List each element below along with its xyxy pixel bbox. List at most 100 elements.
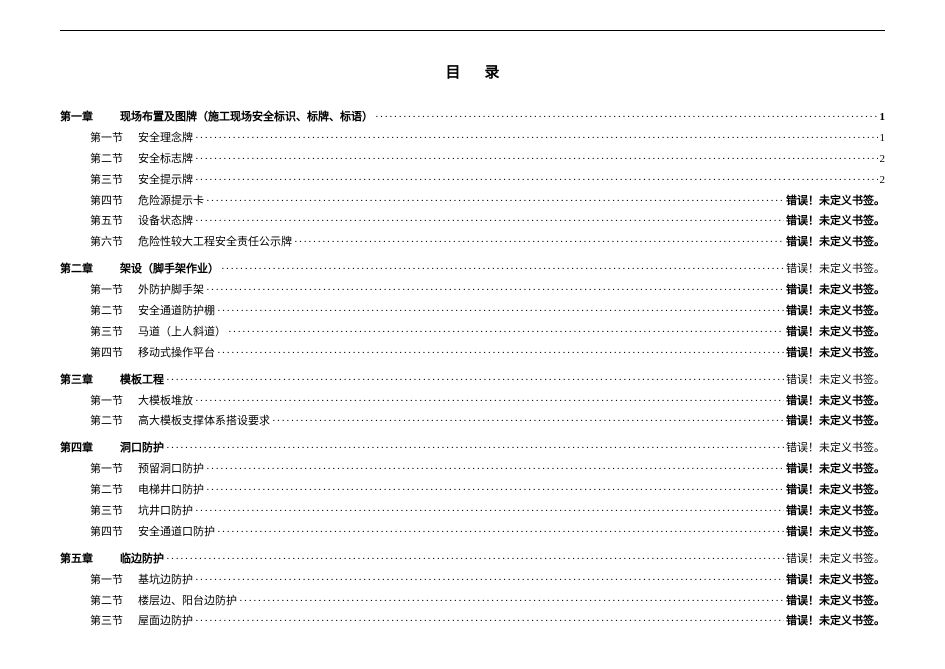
toc-section-row: 第三节马道（上人斜道）错误！未定义书签。 (60, 322, 885, 343)
section-title: 危险性较大工程安全责任公示牌 (138, 232, 292, 253)
section-label: 第三节 (90, 501, 138, 522)
chapter-label: 第四章 (60, 438, 120, 459)
leader-dots (228, 322, 784, 343)
document-page: 目录 第一章现场布置及图牌（施工现场安全标识、标牌、标语）1第一节安全理念牌1第… (0, 0, 945, 652)
page-ref: 2 (880, 170, 886, 191)
toc-section-row: 第三节安全提示牌2 (60, 170, 885, 191)
page-ref: 1 (880, 128, 886, 149)
toc-chapter-row: 第三章模板工程错误！未定义书签。 (60, 370, 885, 391)
section-title: 安全通道防护棚 (138, 301, 215, 322)
section-title: 电梯井口防护 (138, 480, 204, 501)
page-ref-error: 错误！未定义书签。 (786, 438, 885, 459)
section-label: 第五节 (90, 211, 138, 232)
section-title: 危险源提示卡 (138, 191, 204, 212)
page-ref-error: 错误！未定义书签。 (786, 301, 885, 322)
toc-section-row: 第三节屋面边防护错误！未定义书签。 (60, 611, 885, 632)
section-title: 预留洞口防护 (138, 459, 204, 480)
leader-dots (206, 459, 784, 480)
section-label: 第三节 (90, 322, 138, 343)
leader-dots (195, 128, 878, 149)
section-label: 第二节 (90, 411, 138, 432)
toc-section-row: 第一节大模板堆放 错误！未定义书签。 (60, 391, 885, 412)
toc-section-row: 第四节移动式操作平台错误！未定义书签。 (60, 343, 885, 364)
section-title: 安全理念牌 (138, 128, 193, 149)
section-title: 设备状态牌 (138, 211, 193, 232)
section-label: 第一节 (90, 570, 138, 591)
page-ref-error: 错误！未定义书签。 (786, 343, 885, 364)
leader-dots (166, 370, 784, 391)
section-title: 安全标志牌 (138, 149, 193, 170)
toc-section-row: 第一节安全理念牌 1 (60, 128, 885, 149)
leader-dots (195, 211, 784, 232)
page-ref-error: 错误！未定义书签。 (786, 480, 885, 501)
toc-section-row: 第二节安全标志牌2 (60, 149, 885, 170)
leader-dots (195, 391, 784, 412)
page-ref-error: 错误！未定义书签。 (786, 570, 885, 591)
chapter-title: 临边防护 (120, 549, 164, 570)
page-ref-error: 错误！未定义书签。 (786, 459, 885, 480)
toc-section-row: 第四节安全通道口防护错误！未定义书签。 (60, 522, 885, 543)
leader-dots (195, 611, 784, 632)
leader-dots (221, 259, 784, 280)
section-label: 第一节 (90, 391, 138, 412)
chapter-label: 第一章 (60, 107, 120, 128)
table-of-contents: 第一章现场布置及图牌（施工现场安全标识、标牌、标语）1第一节安全理念牌1第二节安… (60, 107, 885, 632)
section-title: 基坑边防护 (138, 570, 193, 591)
page-ref-error: 错误！未定义书签。 (786, 391, 885, 412)
toc-section-row: 第一节外防护脚手架错误！未定义书签。 (60, 280, 885, 301)
chapter-label: 第三章 (60, 370, 120, 391)
leader-dots (375, 107, 878, 128)
top-rule (60, 30, 885, 31)
page-ref-error: 错误！未定义书签。 (786, 370, 885, 391)
toc-chapter-row: 第一章现场布置及图牌（施工现场安全标识、标牌、标语）1 (60, 107, 885, 128)
leader-dots (206, 280, 784, 301)
page-ref-error: 错误！未定义书签。 (786, 259, 885, 280)
chapter-title: 洞口防护 (120, 438, 164, 459)
section-title: 大模板堆放 (138, 391, 193, 412)
toc-chapter-row: 第二章架设（脚手架作业）错误！未定义书签。 (60, 259, 885, 280)
page-ref-error: 错误！未定义书签。 (786, 232, 885, 253)
toc-section-row: 第四节危险源提示卡 错误！未定义书签。 (60, 191, 885, 212)
section-title: 移动式操作平台 (138, 343, 215, 364)
chapter-title: 现场布置及图牌（施工现场安全标识、标牌、标语） (120, 107, 373, 128)
leader-dots (239, 591, 784, 612)
page-ref-error: 错误！未定义书签。 (786, 591, 885, 612)
section-label: 第四节 (90, 522, 138, 543)
section-title: 安全通道口防护 (138, 522, 215, 543)
section-label: 第二节 (90, 591, 138, 612)
section-label: 第一节 (90, 459, 138, 480)
toc-section-row: 第五节设备状态牌 错误！未定义书签。 (60, 211, 885, 232)
page-ref-error: 错误！未定义书签。 (786, 191, 885, 212)
section-title: 外防护脚手架 (138, 280, 204, 301)
leader-dots (294, 232, 784, 253)
section-title: 坑井口防护 (138, 501, 193, 522)
section-title: 马道（上人斜道） (138, 322, 226, 343)
leader-dots (206, 191, 784, 212)
leader-dots (195, 149, 878, 170)
leader-dots (166, 549, 784, 570)
section-label: 第三节 (90, 611, 138, 632)
toc-section-row: 第一节基坑边防护 错误！未定义书签。 (60, 570, 885, 591)
section-label: 第一节 (90, 128, 138, 149)
leader-dots (195, 501, 784, 522)
toc-section-row: 第二节高大模板支撑体系搭设要求错误！未定义书签。 (60, 411, 885, 432)
toc-title: 目录 (60, 61, 885, 82)
section-title: 楼层边、阳台边防护 (138, 591, 237, 612)
section-title: 安全提示牌 (138, 170, 193, 191)
toc-section-row: 第三节坑井口防护 错误！未定义书签。 (60, 501, 885, 522)
section-label: 第四节 (90, 191, 138, 212)
leader-dots (206, 480, 784, 501)
section-label: 第二节 (90, 301, 138, 322)
page-ref-error: 错误！未定义书签。 (786, 501, 885, 522)
leader-dots (166, 438, 784, 459)
toc-section-row: 第六节危险性较大工程安全责任公示牌 错误！未定义书签。 (60, 232, 885, 253)
leader-dots (272, 411, 784, 432)
leader-dots (217, 301, 784, 322)
chapter-title: 架设（脚手架作业） (120, 259, 219, 280)
page-ref-error: 错误！未定义书签。 (786, 211, 885, 232)
leader-dots (195, 170, 878, 191)
leader-dots (217, 343, 784, 364)
page-ref-error: 错误！未定义书签。 (786, 411, 885, 432)
section-label: 第六节 (90, 232, 138, 253)
leader-dots (217, 522, 784, 543)
